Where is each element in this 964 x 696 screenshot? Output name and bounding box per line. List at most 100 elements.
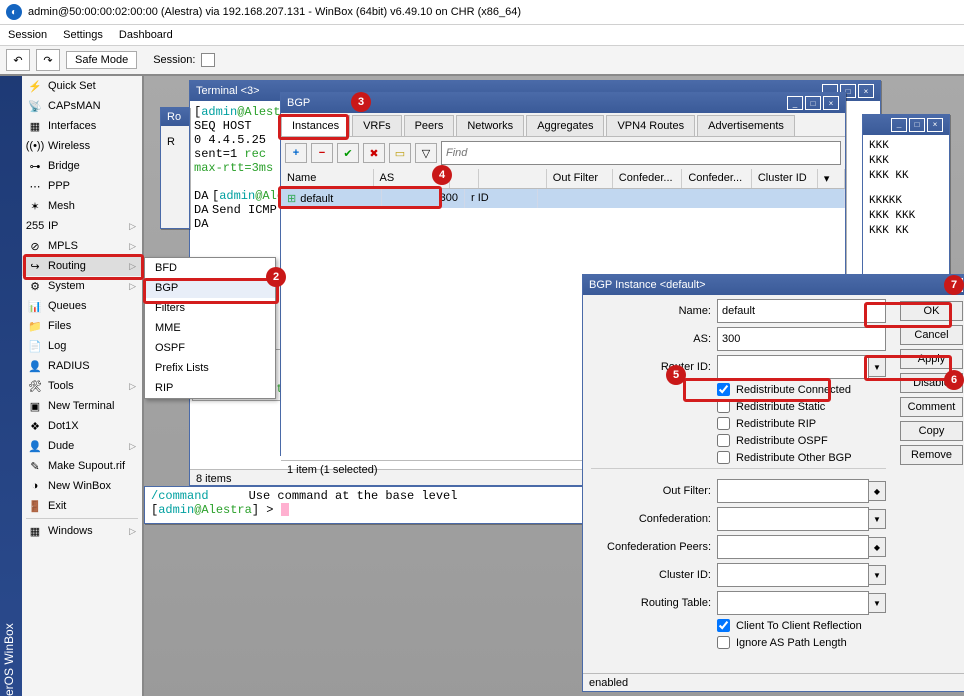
tab-aggregates[interactable]: Aggregates — [526, 115, 604, 136]
sidebar-item-new-terminal[interactable]: ▣New Terminal — [22, 396, 142, 416]
sidebar-label: Bridge — [48, 160, 80, 172]
submenu-bfd[interactable]: BFD — [145, 258, 275, 278]
routing-submenu[interactable]: BFDBGPFiltersMMEOSPFPrefix ListsRIP — [144, 257, 276, 399]
filter-button[interactable]: ▽ — [415, 143, 437, 163]
sidebar-item-radius[interactable]: 👤RADIUS — [22, 356, 142, 376]
disable-button[interactable]: ✖ — [363, 143, 385, 163]
sidebar-icon: ↪ — [28, 259, 42, 273]
column-menu-icon[interactable]: ▾ — [818, 169, 845, 188]
out-filter-input[interactable] — [717, 479, 869, 503]
sidebar-item-log[interactable]: 📄Log — [22, 336, 142, 356]
ok-button[interactable]: OK — [900, 301, 963, 321]
sidebar-item-dot1x[interactable]: ❖Dot1X — [22, 416, 142, 436]
comment-button[interactable]: ▭ — [389, 143, 411, 163]
sidebar-icon: 🚪 — [28, 499, 42, 513]
k-window[interactable]: _□× KKKKKKKKK KK KKKKKKKK KKKKKK KK — [862, 114, 950, 296]
sidebar-item-tools[interactable]: 🛠Tools▷ — [22, 376, 142, 396]
sidebar-item-bridge[interactable]: ⊶Bridge — [22, 156, 142, 176]
sidebar-item-new-winbox[interactable]: ◑New WinBox — [22, 476, 142, 496]
undo-button[interactable]: ↶ — [6, 49, 30, 71]
close-icon[interactable]: × — [823, 96, 839, 110]
sidebar-item-interfaces[interactable]: ▦Interfaces — [22, 116, 142, 136]
close-icon[interactable]: × — [858, 84, 874, 98]
redistribute-rip-checkbox[interactable]: Redistribute RIP — [717, 417, 816, 430]
redistribute-ospf-checkbox[interactable]: Redistribute OSPF — [717, 434, 828, 447]
tab-networks[interactable]: Networks — [456, 115, 524, 136]
submenu-rip[interactable]: RIP — [145, 378, 275, 398]
menu-session[interactable]: Session — [8, 29, 47, 41]
sidebar-label: RADIUS — [48, 360, 90, 372]
chevron-right-icon: ▷ — [129, 261, 136, 272]
sidebar-handle[interactable]: uterOS WinBox — [0, 76, 22, 696]
menu-dashboard[interactable]: Dashboard — [119, 29, 173, 41]
column-header[interactable]: Cluster ID — [752, 169, 818, 188]
sidebar-label: Make Supout.rif — [48, 460, 125, 472]
as-input[interactable] — [717, 327, 886, 351]
name-input[interactable] — [717, 299, 886, 323]
column-header[interactable] — [479, 169, 547, 188]
dropdown-icon[interactable]: ▼ — [869, 357, 886, 377]
client-reflection-checkbox[interactable]: Client To Client Reflection — [717, 619, 862, 632]
sidebar-item-files[interactable]: 📁Files — [22, 316, 142, 336]
sidebar-label: Windows — [48, 525, 93, 537]
routing-table-input[interactable] — [717, 591, 869, 615]
find-input[interactable] — [441, 141, 841, 165]
sidebar-item-dude[interactable]: 👤Dude▷ — [22, 436, 142, 456]
confederation-input[interactable] — [717, 507, 869, 531]
redo-button[interactable]: ↷ — [36, 49, 60, 71]
session-checkbox[interactable] — [201, 53, 215, 67]
marker-7: 7 — [944, 275, 964, 295]
sidebar-item-ip[interactable]: 255IP▷ — [22, 216, 142, 236]
sidebar-item-capsman[interactable]: 📡CAPsMAN — [22, 96, 142, 116]
tab-vrfs[interactable]: VRFs — [352, 115, 402, 136]
sidebar-item-ppp[interactable]: ⋯PPP — [22, 176, 142, 196]
submenu-mme[interactable]: MME — [145, 318, 275, 338]
tab-instances[interactable]: Instances — [281, 115, 350, 136]
sidebar-item-mesh[interactable]: ✶Mesh — [22, 196, 142, 216]
submenu-ospf[interactable]: OSPF — [145, 338, 275, 358]
tab-peers[interactable]: Peers — [404, 115, 455, 136]
bgp-instance-dialog[interactable]: BGP Instance <default> × Name: AS: Route… — [582, 274, 964, 692]
column-header[interactable]: Confeder... — [613, 169, 683, 188]
cluster-id-input[interactable] — [717, 563, 869, 587]
enable-button[interactable]: ✔ — [337, 143, 359, 163]
sidebar-item-wireless[interactable]: ((•))Wireless — [22, 136, 142, 156]
column-header[interactable]: Confeder... — [682, 169, 752, 188]
ignore-path-checkbox[interactable]: Ignore AS Path Length — [717, 636, 847, 649]
sidebar-item-mpls[interactable]: ⊘MPLS▷ — [22, 236, 142, 256]
apply-button[interactable]: Apply — [900, 349, 963, 369]
router-id-input[interactable] — [717, 355, 869, 379]
submenu-prefix-lists[interactable]: Prefix Lists — [145, 358, 275, 378]
tab-vpn4-routes[interactable]: VPN4 Routes — [606, 115, 695, 136]
sidebar-item-routing[interactable]: ↪Routing▷ — [22, 256, 142, 276]
menu-settings[interactable]: Settings — [63, 29, 103, 41]
sidebar-item-quick-set[interactable]: ⚡Quick Set — [22, 76, 142, 96]
max-icon[interactable]: □ — [805, 96, 821, 110]
safe-mode-button[interactable]: Safe Mode — [66, 51, 137, 69]
sidebar-item-system[interactable]: ⚙System▷ — [22, 276, 142, 296]
submenu-bgp[interactable]: BGP — [145, 278, 275, 298]
column-header[interactable]: Out Filter — [547, 169, 613, 188]
redistribute-connected-checkbox[interactable]: Redistribute Connected — [717, 383, 851, 396]
sidebar-item-exit[interactable]: 🚪Exit — [22, 496, 142, 516]
min-icon[interactable]: _ — [787, 96, 803, 110]
copy-button[interactable]: Copy — [900, 421, 963, 441]
column-header[interactable] — [450, 169, 479, 188]
confederation-peers-input[interactable] — [717, 535, 869, 559]
bgp-row-default[interactable]: ⊞default 300 r ID — [281, 189, 845, 208]
sidebar-item-windows[interactable]: ▦Windows▷ — [22, 521, 142, 541]
cancel-button[interactable]: Cancel — [900, 325, 963, 345]
sidebar-item-queues[interactable]: 📊Queues — [22, 296, 142, 316]
comment-button[interactable]: Comment — [900, 397, 963, 417]
column-header[interactable]: Name — [281, 169, 374, 188]
bgp-tabs: InstancesVRFsPeersNetworksAggregatesVPN4… — [281, 113, 845, 137]
add-button[interactable]: + — [285, 143, 307, 163]
route-window[interactable]: Ro R — [160, 107, 190, 229]
submenu-filters[interactable]: Filters — [145, 298, 275, 318]
sidebar-item-make-supout.rif[interactable]: ✎Make Supout.rif — [22, 456, 142, 476]
tab-advertisements[interactable]: Advertisements — [697, 115, 795, 136]
redistribute-static-checkbox[interactable]: Redistribute Static — [717, 400, 825, 413]
remove-button[interactable]: Remove — [900, 445, 963, 465]
remove-button[interactable]: − — [311, 143, 333, 163]
redistribute-bgp-checkbox[interactable]: Redistribute Other BGP — [717, 451, 852, 464]
